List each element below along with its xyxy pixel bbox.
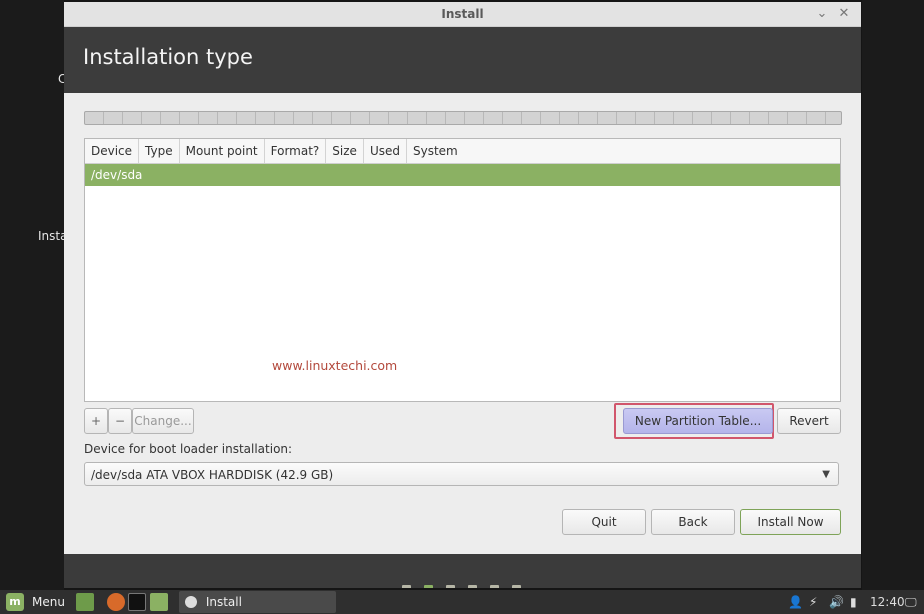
dropdown-arrow-icon: ▼ bbox=[822, 469, 830, 480]
firefox-icon[interactable] bbox=[107, 593, 125, 611]
taskbar-install-task[interactable]: Install bbox=[179, 591, 336, 613]
back-button[interactable]: Back bbox=[651, 509, 735, 535]
plus-icon: + bbox=[90, 414, 102, 428]
desktop-left-area bbox=[0, 0, 64, 590]
close-button[interactable]: ✕ bbox=[835, 5, 853, 23]
step-dot bbox=[402, 585, 411, 588]
desktop-right-area bbox=[862, 0, 924, 590]
step-dot bbox=[512, 585, 521, 588]
column-type[interactable]: Type bbox=[139, 139, 180, 163]
column-mount-point[interactable]: Mount point bbox=[180, 139, 265, 163]
clock[interactable]: 12:40 bbox=[870, 590, 905, 614]
window-titlebar[interactable]: Install ⌄ ✕ bbox=[64, 2, 861, 27]
quit-button[interactable]: Quit bbox=[562, 509, 646, 535]
network-icon[interactable]: ⚡ bbox=[809, 590, 817, 614]
mint-logo-icon[interactable]: m bbox=[6, 593, 24, 611]
step-dot bbox=[446, 585, 455, 588]
column-system[interactable]: System bbox=[407, 139, 840, 163]
folder-icon[interactable] bbox=[150, 593, 168, 611]
minimize-icon: ⌄ bbox=[816, 6, 828, 21]
file-manager-icon[interactable] bbox=[76, 593, 94, 611]
taskbar: m Menu Install 👤 ⚡ 🔊 ▮ 12:40 🖵 bbox=[0, 590, 924, 614]
display-icon[interactable]: 🖵 bbox=[905, 590, 917, 614]
add-partition-button[interactable]: + bbox=[84, 408, 108, 434]
install-window: Install ⌄ ✕ Installation type Device Typ… bbox=[64, 2, 861, 588]
battery-icon[interactable]: ▮ bbox=[850, 590, 857, 614]
terminal-icon[interactable] bbox=[128, 593, 146, 611]
remove-partition-button[interactable]: − bbox=[108, 408, 132, 434]
menu-button[interactable]: Menu bbox=[32, 590, 65, 614]
volume-icon[interactable]: 🔊 bbox=[829, 590, 844, 614]
column-device[interactable]: Device bbox=[85, 139, 140, 163]
page-title: Installation type bbox=[83, 45, 253, 69]
close-icon: ✕ bbox=[838, 6, 850, 21]
user-icon[interactable]: 👤 bbox=[788, 590, 803, 614]
step-dot bbox=[490, 585, 499, 588]
change-partition-button[interactable]: Change... bbox=[132, 408, 194, 434]
new-partition-table-button[interactable]: New Partition Table... bbox=[623, 408, 773, 434]
install-now-button[interactable]: Install Now bbox=[740, 509, 841, 535]
minus-icon: − bbox=[114, 414, 126, 428]
step-indicator bbox=[402, 585, 521, 588]
column-used[interactable]: Used bbox=[364, 139, 407, 163]
device-cell: /dev/sda bbox=[91, 168, 143, 182]
column-size[interactable]: Size bbox=[326, 139, 364, 163]
window-title: Install bbox=[441, 7, 484, 21]
bootloader-selected-value: /dev/sda ATA VBOX HARDDISK (42.9 GB) bbox=[91, 468, 334, 482]
step-dot bbox=[468, 585, 477, 588]
installer-disc-icon bbox=[185, 596, 197, 608]
taskbar-task-label: Install bbox=[205, 595, 242, 609]
bootloader-device-select[interactable]: /dev/sda ATA VBOX HARDDISK (42.9 GB) ▼ bbox=[84, 462, 839, 486]
minimize-button[interactable]: ⌄ bbox=[813, 5, 831, 23]
revert-button[interactable]: Revert bbox=[777, 408, 841, 434]
partition-bar bbox=[84, 111, 842, 125]
partition-table[interactable]: Device Type Mount point Format? Size Use… bbox=[84, 138, 841, 402]
bootloader-label: Device for boot loader installation: bbox=[84, 442, 293, 456]
step-dot bbox=[424, 585, 433, 588]
column-format[interactable]: Format? bbox=[265, 139, 327, 163]
installer-content: Device Type Mount point Format? Size Use… bbox=[64, 93, 861, 554]
watermark-text: www.linuxtechi.com bbox=[272, 358, 398, 373]
table-header: Device Type Mount point Format? Size Use… bbox=[85, 139, 840, 164]
installer-footer bbox=[64, 554, 861, 588]
page-header: Installation type bbox=[64, 27, 861, 93]
table-row[interactable]: /dev/sda bbox=[85, 164, 840, 186]
